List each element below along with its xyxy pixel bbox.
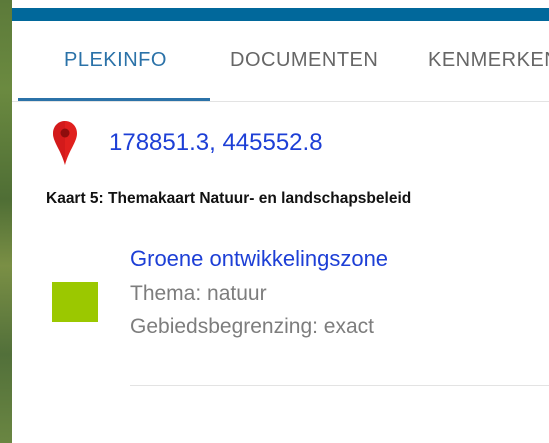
map-edge[interactable]: [0, 0, 12, 443]
active-tab-indicator: [18, 98, 210, 101]
tab-plekinfo[interactable]: PLEKINFO: [64, 49, 167, 72]
info-panel: PLEKINFO DOCUMENTEN KENMERKEN 178851.3, …: [12, 0, 549, 443]
feature-thema: Thema: natuur: [130, 282, 267, 305]
map-pin-icon: [53, 121, 77, 165]
location-coordinates: 178851.3, 445552.8: [109, 129, 323, 156]
feature-link[interactable]: Groene ontwikkelingszone: [130, 246, 388, 272]
tab-documenten[interactable]: DOCUMENTEN: [230, 49, 378, 72]
tab-kenmerken[interactable]: KENMERKEN: [428, 49, 549, 72]
feature-gebiedsbegrenzing: Gebiedsbegrenzing: exact: [130, 315, 374, 338]
divider: [130, 385, 549, 386]
kaart-title: Kaart 5: Themakaart Natuur- en landschap…: [46, 190, 412, 207]
tab-bar: PLEKINFO DOCUMENTEN KENMERKEN: [12, 21, 549, 102]
legend-swatch: [52, 282, 98, 322]
panel-header-bar: [12, 8, 549, 21]
